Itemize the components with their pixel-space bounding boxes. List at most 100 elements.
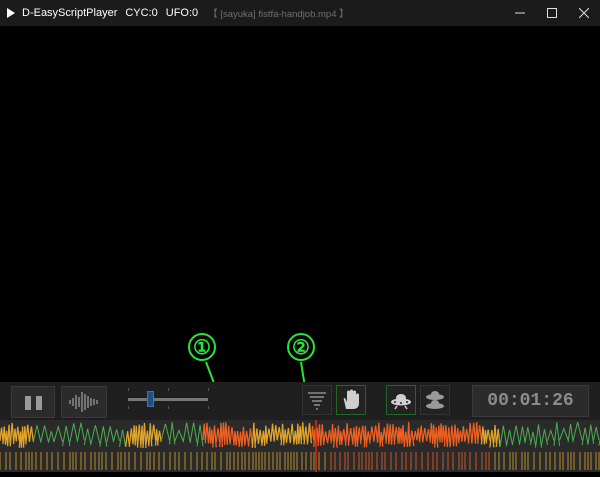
waveform-segment <box>546 428 555 441</box>
waveform-segment <box>62 425 71 447</box>
waveform-segment <box>348 428 354 443</box>
waveform-segment <box>221 422 226 442</box>
waveform-segment <box>587 424 595 444</box>
waveform-segment <box>28 426 35 442</box>
waveform-segment <box>567 423 574 443</box>
waveform-segment <box>202 423 206 441</box>
waveform-segment <box>416 428 421 441</box>
waveform-segment <box>210 429 214 444</box>
waveform-segment <box>300 422 305 441</box>
waveform-segment <box>148 423 153 447</box>
waveform-segment <box>140 425 144 445</box>
title-bar: D-EasyScriptPlayer CYC:0 UFO:0 【 [sayuka… <box>0 0 600 26</box>
waveform-segment <box>106 426 115 443</box>
waveform-segment <box>593 426 600 441</box>
tornado-mode-button[interactable] <box>302 385 332 415</box>
waveform-segment <box>235 430 240 446</box>
waveform-segment <box>506 429 513 445</box>
waveform-segment <box>397 426 401 444</box>
callout-one: ① <box>188 333 216 361</box>
ufo-mode-button[interactable] <box>386 385 416 415</box>
waveform-segment <box>77 422 85 441</box>
slider-tick <box>208 406 209 409</box>
waveform-segment <box>332 427 338 448</box>
waveform-segment <box>409 430 415 447</box>
waveform-segment <box>119 429 127 447</box>
waveform-segment <box>519 426 526 444</box>
waveform-segment <box>151 424 157 441</box>
waveform-segment <box>254 428 260 444</box>
waveform-segment <box>376 422 381 443</box>
minimize-icon <box>515 12 525 14</box>
waveform-segment <box>251 422 256 448</box>
waveform-segment <box>247 428 254 447</box>
waveform-segment <box>323 431 329 444</box>
waveform-segment <box>204 422 210 444</box>
slider-tick <box>128 388 129 391</box>
waveform-segment <box>356 427 362 445</box>
waveform-segment <box>461 426 466 442</box>
waveform-segment <box>390 424 396 445</box>
ufo-twin-mode-button[interactable] <box>420 385 450 415</box>
waveform-segment <box>83 428 92 446</box>
waveform-segment <box>266 428 272 442</box>
waveform-segment <box>471 422 477 444</box>
waveform-segment <box>69 423 79 442</box>
waveform-segment <box>511 425 521 446</box>
waveform-segment <box>499 425 508 447</box>
waveform-segment <box>363 425 368 448</box>
waveform-segment <box>15 426 20 442</box>
hand-mode-button[interactable] <box>336 385 366 415</box>
waveform-segment <box>134 425 139 446</box>
pause-button[interactable] <box>11 386 55 418</box>
video-area[interactable] <box>0 26 600 382</box>
tornado-icon <box>308 392 326 410</box>
slider-tick <box>168 406 169 409</box>
waveform-segment <box>559 427 569 441</box>
waveform-segment <box>572 422 583 441</box>
script-waveform <box>0 420 600 472</box>
waveform-segment <box>326 429 333 444</box>
waveform-segment <box>215 428 221 443</box>
waveform-segment <box>196 424 204 447</box>
waveform-segment <box>182 422 191 443</box>
waveform-segment <box>310 425 315 441</box>
speed-slider-track[interactable] <box>128 398 208 401</box>
waveform-segment <box>373 425 379 443</box>
maximize-button[interactable] <box>536 0 568 26</box>
minimize-button[interactable] <box>504 0 536 26</box>
close-icon <box>579 8 589 18</box>
close-button[interactable] <box>568 0 600 26</box>
slider-tick <box>168 388 169 391</box>
time-display: 00:01:26 <box>472 385 589 417</box>
waveform-segment <box>283 429 288 443</box>
waveform-segment <box>467 422 473 444</box>
app-title: D-EasyScriptPlayer <box>22 7 118 19</box>
waveform-segment <box>341 428 347 443</box>
file-name: 【 [sayuka] fistfa-handjob.mp4 】 <box>208 9 349 20</box>
waveform-segment <box>541 429 548 446</box>
waveform-segment <box>422 427 428 442</box>
waveform-segment <box>99 426 108 447</box>
script-timeline[interactable] <box>0 420 600 472</box>
waveform-segment <box>365 431 371 444</box>
waveform-segment <box>360 425 365 441</box>
waveform-button[interactable] <box>61 386 107 418</box>
waveform-segment <box>385 423 390 444</box>
waveform-segment <box>418 425 424 443</box>
waveform-segment <box>493 424 497 444</box>
ufo-icon <box>391 394 411 410</box>
waveform-segment <box>124 431 131 447</box>
waveform-segment <box>530 431 537 446</box>
waveform-segment <box>369 426 375 441</box>
waveform-segment <box>441 425 446 441</box>
waveform-segment <box>90 425 101 444</box>
speed-slider-thumb[interactable] <box>147 391 154 407</box>
waveform-segment <box>483 429 488 444</box>
callout-two: ② <box>287 333 315 361</box>
waveform-segment <box>306 422 313 444</box>
waveform-segment <box>338 431 343 446</box>
waveform-segment <box>330 424 335 442</box>
waveform-segment <box>157 430 162 442</box>
waveform-icon <box>69 392 98 412</box>
